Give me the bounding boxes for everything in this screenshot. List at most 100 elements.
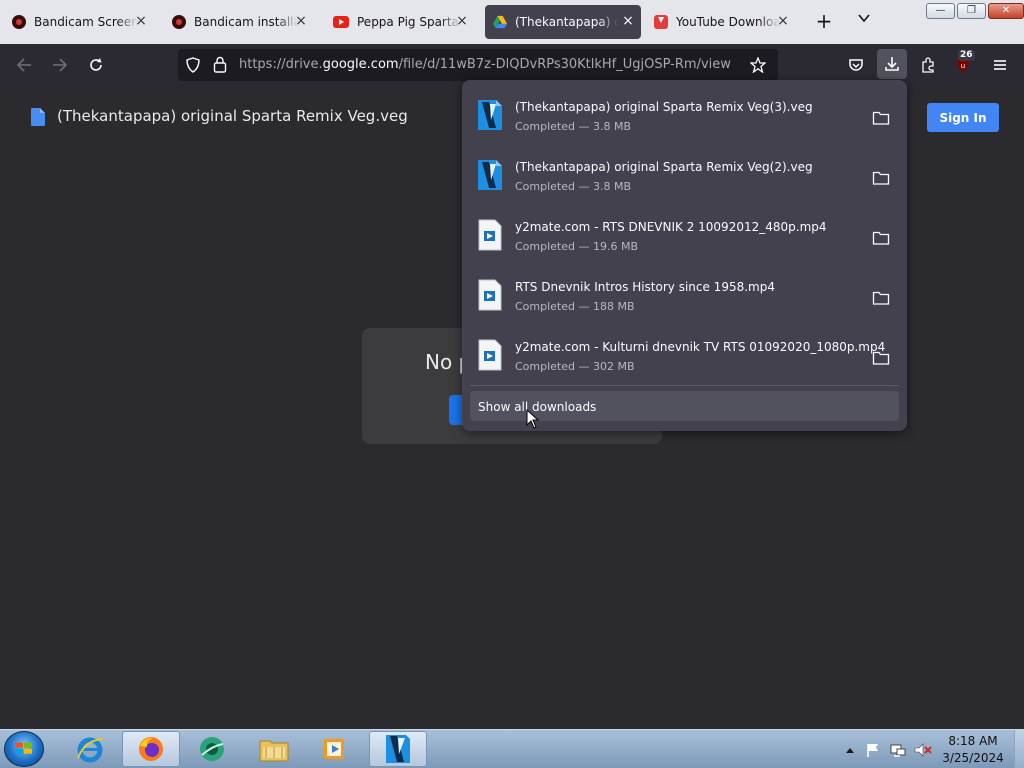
close-tab-icon[interactable]: × — [776, 14, 790, 28]
tab-bandicam-screen-recorder[interactable]: Bandicam Screen Recorder × — [4, 5, 154, 39]
tab-label: Bandicam installation — [194, 15, 298, 29]
close-window-button[interactable]: ✕ — [988, 3, 1024, 19]
tab-label: YouTube Downloader — [676, 15, 780, 29]
back-button[interactable] — [12, 53, 36, 77]
youtube-icon — [333, 16, 349, 28]
close-tab-icon[interactable]: × — [621, 14, 635, 28]
minimize-button[interactable]: — — [926, 3, 955, 19]
forward-arrow-icon — [53, 58, 68, 72]
video-file-icon — [478, 339, 502, 371]
tab-youtube-downloader[interactable]: YouTube Downloader × — [646, 5, 796, 39]
file-explorer-folder-icon — [259, 740, 289, 762]
restore-button[interactable]: ❐ — [957, 3, 986, 19]
download-item[interactable]: RTS Dnevnik Intros History since 1958.mp… — [470, 264, 899, 324]
firefox-icon — [139, 737, 163, 761]
download-filename: RTS Dnevnik Intros History since 1958.mp… — [515, 280, 775, 294]
folder-icon[interactable] — [872, 350, 890, 366]
tab-bandicam-installation[interactable]: Bandicam installation × — [164, 5, 314, 39]
extensions-button[interactable] — [916, 53, 940, 77]
system-clock[interactable]: 8:18 AM 3/25/2024 — [935, 733, 1011, 767]
taskbar-file-explorer[interactable] — [245, 731, 303, 767]
taskbar-media-player[interactable] — [306, 731, 364, 767]
folder-icon[interactable] — [872, 230, 890, 246]
list-all-tabs-button[interactable] — [853, 11, 875, 33]
bookmark-star-icon[interactable] — [750, 57, 766, 73]
flag-icon — [867, 743, 878, 757]
folder-icon[interactable] — [872, 290, 890, 306]
url-prefix: https://drive. — [239, 57, 323, 72]
reload-button[interactable] — [84, 53, 108, 77]
document-file-icon — [31, 108, 45, 126]
network-icon — [890, 744, 906, 757]
mouse-pointer-icon — [526, 409, 540, 429]
download-status: Completed — 188 MB — [515, 300, 635, 313]
network-status[interactable] — [888, 730, 908, 768]
vegas-pro-icon — [386, 735, 410, 763]
download-filename: y2mate.com - RTS DNEVNIK 2 10092012_480p… — [515, 220, 827, 234]
tab-thekantapapa-active[interactable]: (Thekantapapa) original × — [485, 5, 641, 39]
taskbar-firefox[interactable] — [122, 731, 180, 767]
clock-date: 3/25/2024 — [942, 751, 1004, 765]
bandicam-record-icon — [172, 15, 186, 29]
extension-badge-count: 26 — [958, 50, 975, 61]
tab-strip: Bandicam Screen Recorder × Bandicam inst… — [0, 0, 1024, 44]
pocket-button[interactable] — [844, 53, 868, 77]
vegas-file-icon — [478, 160, 502, 190]
download-item[interactable]: (Thekantapapa) original Sparta Remix Veg… — [470, 84, 899, 144]
tab-peppa-pig[interactable]: Peppa Pig Sparta Dance × — [325, 5, 475, 39]
back-arrow-icon — [16, 58, 31, 72]
tab-label: (Thekantapapa) original — [515, 15, 619, 29]
chevron-up-icon — [846, 747, 854, 753]
file-title: (Thekantapapa) original Sparta Remix Veg… — [57, 107, 408, 125]
media-player-icon — [324, 739, 344, 759]
windows-taskbar: 8:18 AM 3/25/2024 — [0, 729, 1024, 768]
volume-control[interactable] — [912, 730, 934, 768]
download-site-icon — [654, 15, 668, 29]
close-tab-icon[interactable]: × — [455, 14, 469, 28]
download-status: Completed — 3.8 MB — [515, 180, 632, 193]
folder-icon[interactable] — [872, 170, 890, 186]
vegas-file-icon — [478, 100, 502, 130]
download-filename: y2mate.com - Kulturni dnevnik TV RTS 010… — [515, 340, 886, 354]
show-hidden-icons-button[interactable] — [842, 730, 858, 768]
url-domain: google.com — [322, 57, 399, 72]
folder-icon[interactable] — [872, 110, 890, 126]
sign-in-button[interactable]: Sign In — [927, 103, 999, 132]
padlock-icon[interactable] — [213, 56, 227, 73]
taskbar-vegas-pro[interactable] — [369, 731, 427, 767]
action-center-flag[interactable] — [864, 730, 882, 768]
bandicam-record-icon — [12, 15, 26, 29]
start-button[interactable] — [4, 731, 44, 767]
svg-text:u: u — [961, 62, 965, 70]
windows-logo-icon — [16, 742, 32, 754]
url-text[interactable]: https://drive.google.com/file/d/11wB7z-D… — [239, 57, 731, 72]
new-tab-button[interactable]: + — [813, 11, 835, 33]
tracking-protection-shield-icon[interactable] — [185, 57, 201, 73]
download-item[interactable]: (Thekantapapa) original Sparta Remix Veg… — [470, 144, 899, 204]
forward-button[interactable] — [48, 53, 72, 77]
video-file-icon — [478, 219, 502, 251]
close-tab-icon[interactable]: × — [294, 14, 308, 28]
app-menu-button[interactable] — [988, 53, 1012, 77]
taskbar-dvd-player[interactable] — [183, 731, 241, 767]
download-filename: (Thekantapapa) original Sparta Remix Veg… — [515, 160, 813, 174]
internet-explorer-icon — [77, 737, 104, 763]
clock-time: 8:18 AM — [948, 734, 998, 748]
downloads-panel: (Thekantapapa) original Sparta Remix Veg… — [462, 80, 907, 431]
taskbar-internet-explorer[interactable] — [61, 731, 119, 767]
volume-muted-icon — [914, 742, 932, 757]
downloads-button[interactable] — [877, 49, 907, 79]
show-desktop-button[interactable] — [1014, 730, 1024, 768]
hamburger-menu-icon — [994, 60, 1006, 70]
download-status: Completed — 19.6 MB — [515, 240, 639, 253]
download-item[interactable]: y2mate.com - Kulturni dnevnik TV RTS 010… — [470, 324, 899, 384]
download-status: Completed — 302 MB — [515, 360, 635, 373]
chevron-down-icon — [858, 14, 870, 23]
puzzle-piece-icon — [922, 57, 934, 73]
download-status: Completed — 3.8 MB — [515, 120, 632, 133]
google-drive-icon — [493, 15, 507, 29]
pocket-icon — [849, 59, 863, 71]
download-item[interactable]: y2mate.com - RTS DNEVNIK 2 10092012_480p… — [470, 204, 899, 264]
address-bar[interactable]: https://drive.google.com/file/d/11wB7z-D… — [178, 49, 778, 81]
close-tab-icon[interactable]: × — [134, 14, 148, 28]
